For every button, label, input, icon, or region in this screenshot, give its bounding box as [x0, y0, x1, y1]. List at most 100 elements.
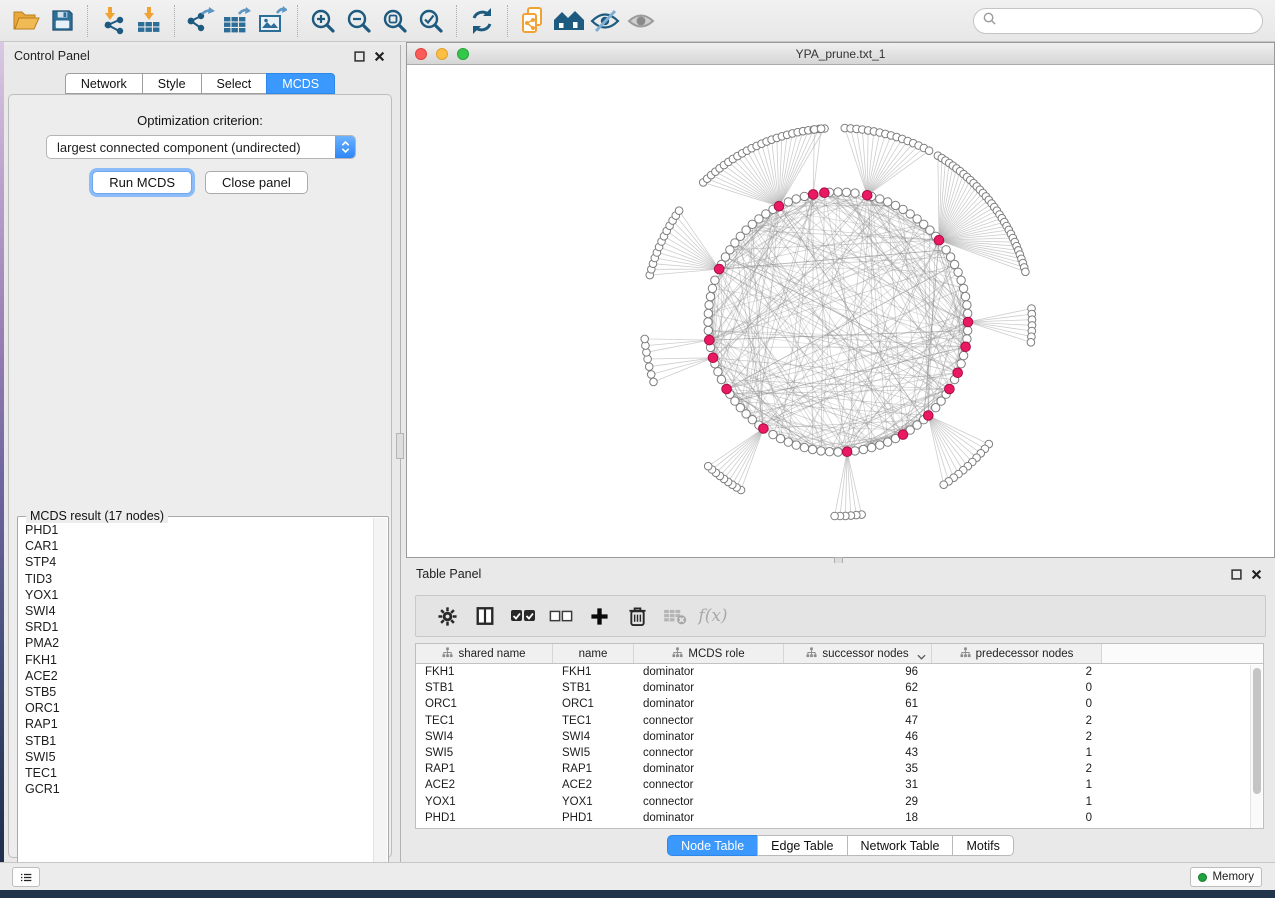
table-row[interactable]: RAP1RAP1dominator352	[416, 761, 1263, 777]
shared-column-icon	[806, 647, 817, 661]
table-cell: 47	[784, 715, 932, 727]
criterion-select[interactable]: largest connected component (undirected)	[46, 135, 356, 159]
network-window-titlebar[interactable]: YPA_prune.txt_1	[407, 43, 1274, 65]
column-header-name[interactable]: name	[553, 644, 634, 663]
table-cell: 0	[932, 812, 1102, 824]
table-row[interactable]: SWI4SWI4dominator462	[416, 729, 1263, 745]
mcds-result-item[interactable]: SWI4	[25, 603, 374, 619]
table-panel-title: Table Panel	[416, 567, 481, 581]
tab-mcds[interactable]: MCDS	[266, 73, 335, 94]
open-file-icon[interactable]	[8, 3, 44, 39]
close-panel-icon[interactable]	[373, 50, 386, 63]
table-row[interactable]: ORC1ORC1dominator610	[416, 696, 1263, 712]
tab-network-table[interactable]: Network Table	[847, 835, 953, 856]
add-column-icon[interactable]	[580, 598, 618, 634]
tab-motifs[interactable]: Motifs	[952, 835, 1013, 856]
column-header-predecessor-nodes[interactable]: predecessor nodes	[932, 644, 1102, 663]
export-image-icon[interactable]	[254, 3, 290, 39]
mcds-result-item[interactable]: SRD1	[25, 619, 374, 635]
float-table-panel-icon[interactable]	[1230, 568, 1243, 581]
toolbar-separator	[297, 5, 298, 37]
mcds-result-item[interactable]: FKH1	[25, 652, 374, 668]
table-row[interactable]: TEC1TEC1connector472	[416, 713, 1263, 729]
table-row[interactable]: STB1STB1dominator620	[416, 680, 1263, 696]
table-cell: STB1	[553, 682, 634, 694]
mcds-result-item[interactable]: ORC1	[25, 700, 374, 716]
tab-select[interactable]: Select	[201, 73, 267, 94]
table-row[interactable]: PHD1PHD1dominator180	[416, 810, 1263, 826]
zoom-fit-icon[interactable]	[377, 3, 413, 39]
criterion-value: largest connected component (undirected)	[47, 140, 335, 155]
mcds-result-item[interactable]: YOX1	[25, 587, 374, 603]
export-table-icon[interactable]	[218, 3, 254, 39]
float-panel-icon[interactable]	[353, 50, 366, 63]
search-box[interactable]	[973, 8, 1263, 34]
mcds-result-item[interactable]: ACE2	[25, 668, 374, 684]
mcds-result-item[interactable]: STP4	[25, 554, 374, 570]
shared-column-icon	[442, 647, 453, 661]
memory-button[interactable]: Memory	[1190, 867, 1262, 887]
network-view-canvas[interactable]	[407, 65, 1274, 557]
column-header-shared-name[interactable]: shared name	[416, 644, 553, 663]
refresh-icon[interactable]	[464, 3, 500, 39]
table-row[interactable]: SWI5SWI5connector431	[416, 745, 1263, 761]
table-cell: SWI5	[416, 747, 553, 759]
mcds-result-item[interactable]: RAP1	[25, 716, 374, 732]
export-network-icon[interactable]	[182, 3, 218, 39]
mcds-result-scrollbar[interactable]	[373, 518, 387, 884]
show-all-icon[interactable]	[623, 3, 659, 39]
table-row[interactable]: FKH1FKH1dominator962	[416, 664, 1263, 680]
mcds-result-item[interactable]: PMA2	[25, 635, 374, 651]
table-settings-icon[interactable]	[428, 598, 466, 634]
table-cell: connector	[634, 796, 784, 808]
table-scrollbar-thumb[interactable]	[1253, 668, 1261, 794]
table-cell: TEC1	[553, 715, 634, 727]
home-networks-icon[interactable]	[551, 3, 587, 39]
zoom-selected-icon[interactable]	[413, 3, 449, 39]
sort-indicator-icon[interactable]	[917, 651, 926, 663]
table-row[interactable]: ACE2ACE2connector311	[416, 777, 1263, 793]
clone-network-icon[interactable]	[515, 3, 551, 39]
delete-column-icon[interactable]	[618, 598, 656, 634]
select-all-icon[interactable]	[504, 598, 542, 634]
deselect-all-icon[interactable]	[542, 598, 580, 634]
mcds-result-item[interactable]: STB5	[25, 684, 374, 700]
table-cell: 43	[784, 747, 932, 759]
mcds-result-item[interactable]: GCR1	[25, 781, 374, 797]
zoom-in-icon[interactable]	[305, 3, 341, 39]
hide-selected-icon[interactable]	[587, 3, 623, 39]
save-session-icon[interactable]	[44, 3, 80, 39]
column-header-MCDS-role[interactable]: MCDS role	[634, 644, 784, 663]
table-row[interactable]: YOX1YOX1connector291	[416, 794, 1263, 810]
close-panel-button[interactable]: Close panel	[205, 171, 308, 194]
network-window: YPA_prune.txt_1	[406, 42, 1275, 558]
run-mcds-button[interactable]: Run MCDS	[92, 171, 192, 194]
table-cell: 0	[932, 682, 1102, 694]
splitter-grip[interactable]	[396, 433, 404, 459]
mcds-result-item[interactable]: SWI5	[25, 749, 374, 765]
search-input[interactable]	[1002, 13, 1254, 29]
import-network-icon[interactable]	[95, 3, 131, 39]
close-table-panel-icon[interactable]	[1250, 568, 1263, 581]
import-table-icon[interactable]	[131, 3, 167, 39]
column-header-successor-nodes[interactable]: successor nodes	[784, 644, 932, 663]
zoom-out-icon[interactable]	[341, 3, 377, 39]
tab-node-table[interactable]: Node Table	[667, 835, 757, 856]
vertical-splitter[interactable]	[396, 45, 406, 862]
node-table: shared namenameMCDS rolesuccessor nodesp…	[415, 643, 1264, 829]
mcds-result-item[interactable]: TID3	[25, 571, 374, 587]
mcds-result-item[interactable]: PHD1	[25, 522, 374, 538]
tab-style[interactable]: Style	[142, 73, 201, 94]
table-scrollbar[interactable]	[1250, 665, 1262, 828]
memory-label: Memory	[1212, 871, 1254, 883]
mcds-result-item[interactable]: STB1	[25, 733, 374, 749]
desktop-wallpaper-bottom	[0, 890, 1275, 898]
mcds-result-item[interactable]: TEC1	[25, 765, 374, 781]
tab-network[interactable]: Network	[65, 73, 142, 94]
table-panel: Table Panel f(x) shared namenameMCDS rol…	[406, 563, 1275, 862]
mcds-result-item[interactable]: CAR1	[25, 538, 374, 554]
show-panels-menu-button[interactable]	[12, 867, 40, 887]
split-panel-icon[interactable]	[466, 598, 504, 634]
mcds-result-list[interactable]: PHD1CAR1STP4TID3YOX1SWI4SRD1PMA2FKH1ACE2…	[19, 522, 374, 884]
tab-edge-table[interactable]: Edge Table	[757, 835, 846, 856]
